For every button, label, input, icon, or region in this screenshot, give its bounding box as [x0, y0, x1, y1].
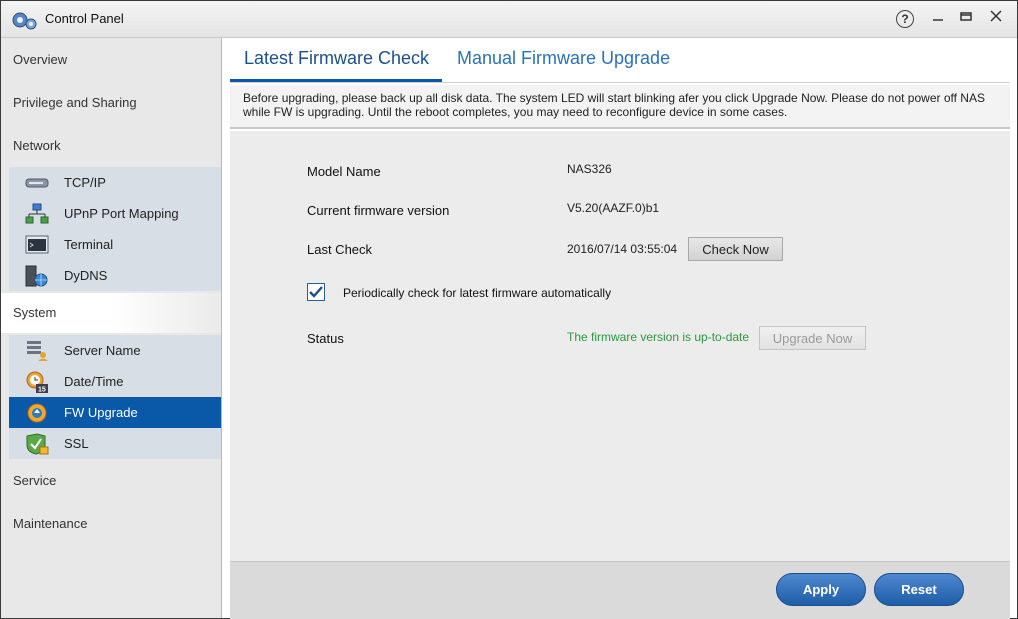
svg-text:15: 15	[38, 387, 46, 394]
last-check-label: Last Check	[307, 242, 373, 257]
sidebar-item-fw-upgrade[interactable]: FW Upgrade	[9, 397, 221, 428]
sidebar-item-label: FW Upgrade	[64, 405, 138, 420]
clock-icon: 15	[26, 371, 48, 394]
sidebar-category-system[interactable]: System	[1, 293, 221, 333]
network-submenu: TCP/IP UPnP Port Mapping Terminal DyDNS	[9, 167, 221, 291]
server-name-icon	[27, 341, 48, 361]
sidebar-item-label: DyDNS	[64, 268, 108, 283]
upgrade-now-button[interactable]: Upgrade Now	[759, 326, 866, 350]
window-title: Control Panel	[45, 11, 124, 26]
active-tab-indicator	[230, 79, 442, 82]
sidebar-item-label: Server Name	[64, 343, 141, 358]
sidebar-item-label: Date/Time	[64, 374, 124, 389]
checkmark-icon	[309, 286, 323, 298]
check-now-button[interactable]: Check Now	[688, 237, 783, 261]
apply-button[interactable]: Apply	[776, 573, 866, 606]
model-name-value: NAS326	[567, 162, 612, 176]
sidebar-category-maintenance[interactable]: Maintenance	[1, 504, 221, 544]
terminal-icon	[25, 235, 49, 254]
sidebar-item-tcpip[interactable]: TCP/IP	[9, 167, 221, 198]
control-panel-window: Control Panel ? Overview Privilege and S…	[0, 0, 1018, 619]
sidebar-item-datetime[interactable]: 15 Date/Time	[9, 366, 221, 397]
tab-bar: Latest Firmware Check Manual Firmware Up…	[230, 38, 1010, 83]
title-bar: Control Panel ?	[1, 1, 1017, 38]
control-panel-icon	[12, 12, 37, 30]
sidebar-item-server-name[interactable]: Server Name	[9, 335, 221, 366]
upgrade-notice: Before upgrading, please back up all dis…	[230, 85, 1010, 129]
sidebar: Overview Privilege and Sharing Network T…	[1, 38, 222, 618]
fw-version-value: V5.20(AAZF.0)b1	[567, 201, 660, 215]
network-device-icon	[25, 178, 49, 188]
model-name-label: Model Name	[307, 164, 381, 179]
tab-latest-firmware-check[interactable]: Latest Firmware Check	[244, 48, 429, 69]
status-label: Status	[307, 331, 344, 346]
status-value: The firmware version is up-to-date	[567, 330, 750, 344]
sidebar-item-dydns[interactable]: DyDNS	[9, 260, 221, 291]
periodic-check-label: Periodically check for latest firmware a…	[343, 286, 612, 300]
dns-icon	[25, 265, 48, 287]
sidebar-category-network[interactable]: Network	[1, 126, 221, 166]
close-icon[interactable]	[986, 9, 1006, 29]
help-icon[interactable]: ?	[895, 9, 915, 29]
sidebar-item-label: TCP/IP	[64, 175, 106, 190]
periodic-check-checkbox[interactable]	[307, 283, 325, 301]
firmware-check-panel	[230, 131, 1010, 561]
reset-button[interactable]: Reset	[874, 573, 964, 606]
sidebar-item-ssl[interactable]: SSL	[9, 428, 221, 459]
sidebar-category-privilege[interactable]: Privilege and Sharing	[1, 83, 221, 123]
fw-upgrade-icon	[27, 403, 47, 423]
sidebar-item-label: Terminal	[64, 237, 114, 252]
ssl-shield-icon	[26, 433, 49, 455]
sidebar-item-label: UPnP Port Mapping	[64, 206, 179, 221]
maximize-icon[interactable]	[956, 9, 976, 29]
last-check-value: 2016/07/14 03:55:04	[567, 242, 678, 256]
sidebar-item-upnp[interactable]: UPnP Port Mapping	[9, 198, 221, 229]
tab-manual-firmware-upgrade[interactable]: Manual Firmware Upgrade	[457, 48, 670, 69]
fw-version-label: Current firmware version	[307, 203, 450, 218]
upnp-network-icon	[25, 203, 49, 224]
sidebar-category-overview[interactable]: Overview	[1, 40, 221, 80]
minimize-icon[interactable]	[928, 9, 948, 29]
system-submenu: Server Name 15 Date/Time FW Upgrade SSL	[9, 335, 221, 459]
sidebar-category-service[interactable]: Service	[1, 461, 221, 501]
sidebar-item-terminal[interactable]: Terminal	[9, 229, 221, 260]
sidebar-item-label: SSL	[64, 436, 89, 451]
footer-bar: Apply Reset	[230, 561, 1010, 619]
